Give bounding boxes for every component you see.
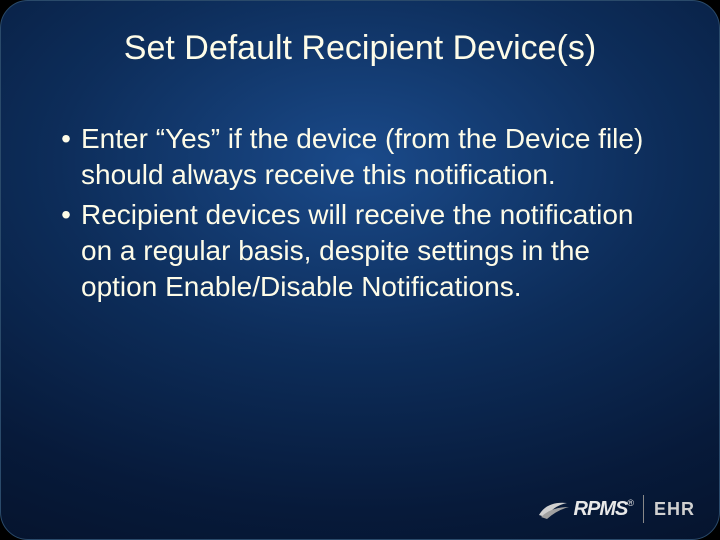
bullet-text: Enter “Yes” if the device (from the Devi…: [81, 121, 659, 193]
slide-content: • Enter “Yes” if the device (from the De…: [51, 121, 659, 309]
bullet-marker: •: [51, 197, 81, 233]
logo-divider: [643, 495, 644, 523]
slide-title: Set Default Recipient Device(s): [1, 29, 719, 68]
bullet-text: Recipient devices will receive the notif…: [81, 197, 659, 305]
footer-logo-group: RPMS® EHR: [537, 495, 695, 523]
bullet-marker: •: [51, 121, 81, 157]
swoosh-icon: [537, 497, 571, 521]
rpms-text: RPMS®: [574, 498, 633, 521]
slide-container: Set Default Recipient Device(s) • Enter …: [0, 0, 720, 540]
bullet-item: • Enter “Yes” if the device (from the De…: [51, 121, 659, 193]
ehr-text: EHR: [654, 499, 695, 520]
rpms-logo: RPMS®: [537, 497, 633, 521]
bullet-item: • Recipient devices will receive the not…: [51, 197, 659, 305]
